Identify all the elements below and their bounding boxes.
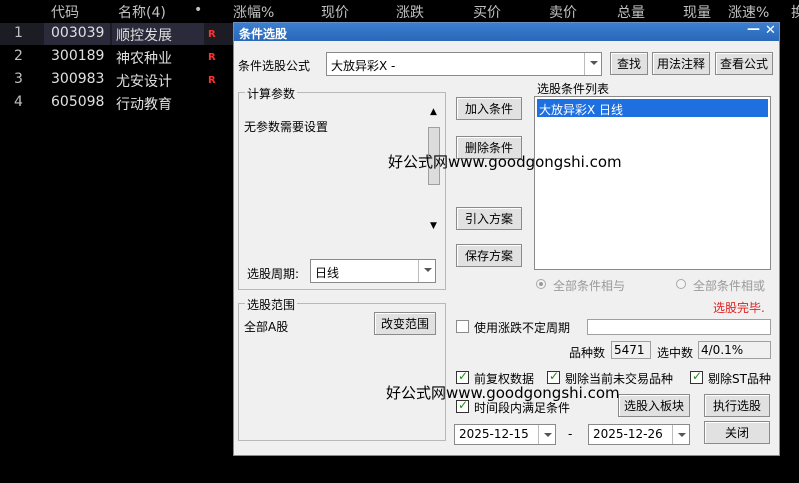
col-current-vol[interactable]: 现量 [683, 2, 711, 22]
date-to-select[interactable]: 2025-12-26 [588, 424, 690, 445]
stock-name: 神农种业 [116, 51, 172, 67]
radio-or[interactable] [676, 279, 686, 289]
execute-button[interactable]: 执行选股 [704, 394, 770, 417]
condition-list-label: 选股条件列表 [537, 82, 610, 96]
use-period-label: 使用涨跌不定周期 [474, 321, 571, 335]
col-code[interactable]: 代码 [51, 2, 79, 22]
formula-select[interactable]: 大放异彩X - [326, 52, 602, 76]
condition-list[interactable]: 大放异彩X 日线 [534, 96, 771, 270]
import-scheme-button[interactable]: 引入方案 [456, 207, 522, 230]
close-icon[interactable]: ✕ [765, 23, 776, 38]
formula-value: 大放异彩X - [331, 59, 396, 73]
range-group-title: 选股范围 [245, 296, 298, 313]
chevron-down-icon[interactable] [672, 425, 689, 444]
col-change[interactable]: 涨跌 [396, 2, 424, 22]
row-index: 3 [14, 71, 23, 87]
selected-value: 4/0.1% [698, 341, 771, 359]
date-from-select[interactable]: 2025-12-15 [454, 424, 556, 445]
date-separator: - [568, 427, 573, 441]
usage-notes-button[interactable]: 用法注释 [652, 52, 710, 75]
stock-table-header: 代码 名称(4) • 涨幅% 现价 涨跌 买价 卖价 总量 现量 涨速% 换 [0, 0, 799, 22]
dialog-title: 条件选股 [239, 27, 288, 41]
params-group-title: 计算参数 [245, 85, 298, 102]
scroll-down-icon[interactable]: ▼ [430, 221, 437, 231]
period-value: 日线 [315, 266, 340, 280]
period-select[interactable]: 日线 [310, 259, 436, 283]
radio-and[interactable] [536, 279, 546, 289]
exclude-st-label: 剔除ST品种 [708, 372, 771, 386]
chevron-down-icon[interactable] [418, 260, 435, 282]
stock-code: 003039 [51, 25, 105, 41]
find-button[interactable]: 查找 [610, 52, 648, 75]
col-name[interactable]: 名称(4) [118, 2, 166, 22]
period-input[interactable] [587, 319, 771, 335]
col-volume[interactable]: 总量 [617, 2, 645, 22]
stock-name: 尤安设计 [116, 74, 172, 90]
date-from-value: 2025-12-15 [459, 427, 529, 441]
radio-or-label: 全部条件相或 [693, 279, 766, 293]
col-price[interactable]: 现价 [321, 2, 349, 22]
count-value: 5471 [611, 341, 651, 359]
view-formula-button[interactable]: 查看公式 [715, 52, 773, 75]
params-text: 无参数需要设置 [244, 120, 329, 134]
selected-label: 选中数 [657, 346, 694, 360]
watermark-text: 好公式网www.goodgongshi.com [386, 384, 620, 402]
col-bid[interactable]: 买价 [473, 2, 501, 22]
chevron-down-icon[interactable] [584, 53, 601, 75]
stock-name: 顺控发展 [116, 28, 172, 44]
add-condition-button[interactable]: 加入条件 [456, 97, 522, 120]
r-badge: R [208, 75, 216, 86]
radio-and-label: 全部条件相与 [553, 279, 626, 293]
range-text: 全部A股 [244, 320, 289, 334]
params-scrollbar[interactable]: ▲ ▼ [427, 107, 441, 235]
r-badge: R [208, 29, 216, 40]
dialog-titlebar[interactable]: 条件选股 — ✕ [234, 22, 779, 41]
stock-code: 605098 [51, 94, 105, 110]
stock-name: 行动教育 [116, 97, 172, 113]
params-group: 计算参数 无参数需要设置 ▲ ▼ 选股周期: 日线 [238, 85, 446, 290]
exclude-st-checkbox[interactable] [690, 369, 703, 384]
col-change-pct[interactable]: 涨幅% [233, 2, 274, 22]
stock-code: 300983 [51, 71, 105, 87]
stock-code: 300189 [51, 48, 105, 64]
scroll-up-icon[interactable]: ▲ [430, 107, 437, 117]
row-index: 4 [14, 94, 23, 110]
col-speed[interactable]: 涨速% [728, 2, 769, 22]
table-row[interactable]: 2 300189 神农种业 R [0, 46, 234, 68]
list-item[interactable]: 大放异彩X 日线 [537, 99, 768, 117]
close-button[interactable]: 关闭 [704, 421, 770, 444]
change-range-button[interactable]: 改变范围 [374, 312, 436, 335]
row-index: 2 [14, 48, 23, 64]
count-label: 品种数 [569, 346, 606, 360]
save-scheme-button[interactable]: 保存方案 [456, 244, 522, 267]
r-badge: R [208, 52, 216, 63]
watermark-text: 好公式网www.goodgongshi.com [388, 153, 622, 171]
range-group: 选股范围 全部A股 改变范围 [238, 296, 446, 441]
col-ask[interactable]: 卖价 [549, 2, 577, 22]
use-period-checkbox[interactable] [456, 320, 469, 333]
formula-label: 条件选股公式 [238, 59, 311, 73]
row-index: 1 [14, 25, 23, 41]
col-turnover[interactable]: 换 [791, 2, 799, 22]
table-row[interactable]: 1 003039 顺控发展 R [0, 23, 234, 45]
table-row[interactable]: 4 605098 行动教育 [0, 92, 234, 114]
col-dot[interactable]: • [194, 2, 202, 18]
period-label: 选股周期: [247, 267, 300, 281]
table-row[interactable]: 3 300983 尤安设计 R [0, 69, 234, 91]
chevron-down-icon[interactable] [538, 425, 555, 444]
date-to-value: 2025-12-26 [593, 427, 663, 441]
status-text: 选股完毕. [713, 301, 765, 315]
add-to-block-button[interactable]: 选股入板块 [618, 394, 690, 417]
minimize-button[interactable]: — [747, 22, 760, 37]
